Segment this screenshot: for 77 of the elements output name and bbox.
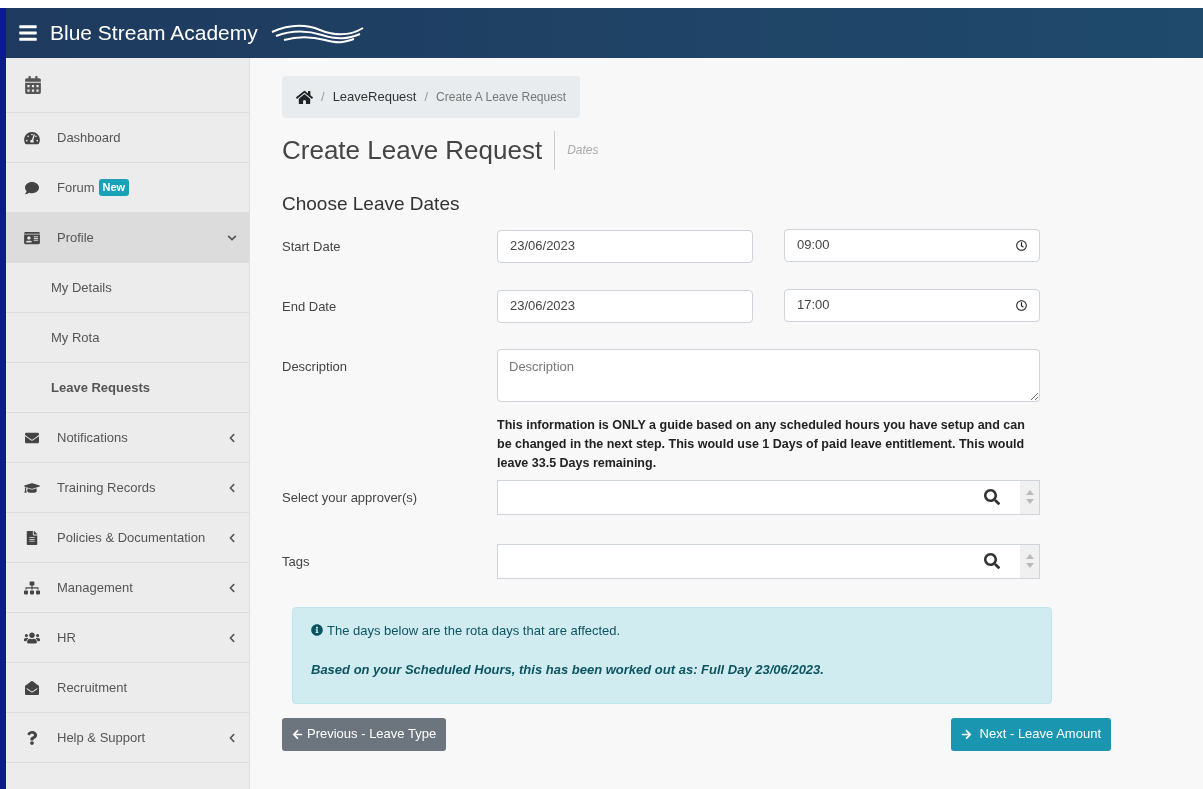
sidebar-label: Help & Support xyxy=(57,728,146,747)
sitemap-icon xyxy=(24,580,40,595)
date-field[interactable]: 23/06/2023 xyxy=(497,289,753,323)
sidebar-subitem[interactable]: My Rota xyxy=(6,313,249,363)
sidebar-label: Forum xyxy=(57,178,95,197)
sidebar-subitem[interactable]: My Details xyxy=(6,263,249,313)
field-label: Select your approver(s) xyxy=(282,488,419,507)
sidebar-label: Policies & Documentation xyxy=(57,528,206,547)
field-label: Tags xyxy=(282,552,311,571)
sidebar-label: HR xyxy=(57,628,76,647)
spinner-icon xyxy=(1020,480,1039,514)
search-select-field[interactable] xyxy=(497,543,1040,579)
page-subtitle: Dates xyxy=(567,142,599,159)
search-icon xyxy=(984,489,1000,505)
sidebar-label: Management xyxy=(57,578,133,597)
sidebar-item[interactable]: Help & Support xyxy=(6,713,249,763)
search-icon xyxy=(984,553,1000,569)
sidebar-item[interactable]: Notifications xyxy=(6,413,249,463)
date-field[interactable]: 23/06/2023 xyxy=(497,229,753,263)
time-field[interactable]: 09:00 xyxy=(784,228,1040,262)
section-heading: Choose Leave Dates xyxy=(282,192,461,216)
alert-text: The days below are the rota days that are affected. xyxy=(327,621,621,640)
chevron-left-icon xyxy=(227,632,237,643)
next-button[interactable]: Next - Leave Amount xyxy=(950,717,1111,751)
chevron-left-icon xyxy=(227,482,237,493)
chevron-left-icon xyxy=(227,532,237,543)
sidebar-item[interactable]: Policies & Documentation xyxy=(6,513,249,563)
dashboard-icon xyxy=(24,130,40,145)
brand-name: Blue Stream Academy xyxy=(50,20,258,47)
clock-icon xyxy=(1016,299,1027,311)
breadcrumb-link[interactable]: LeaveRequest xyxy=(332,87,417,107)
menu-icon[interactable] xyxy=(18,23,38,43)
users-icon xyxy=(24,630,40,645)
arrow-left-icon xyxy=(292,728,303,740)
sidebar-label: Recruitment xyxy=(57,678,128,697)
clock-icon xyxy=(1016,239,1027,251)
sidebar-item[interactable]: Training Records xyxy=(6,463,249,513)
sidebar-item[interactable]: Dashboard xyxy=(6,113,249,163)
field-label: End Date xyxy=(282,297,338,316)
graduation-cap-icon xyxy=(24,480,40,495)
envelope-icon xyxy=(24,430,40,445)
id-card-icon xyxy=(24,230,40,245)
sidebar-label: Profile xyxy=(57,228,94,247)
field-label: Description xyxy=(282,357,349,376)
home-icon[interactable] xyxy=(296,88,313,106)
chevron-left-icon xyxy=(227,582,237,593)
guide-text: This information is ONLY a guide based on any scheduled hours you have setup and can be changed in the next step. This would use 1 Days of paid leave entitlement. This would leave 33.5 Days remaining. xyxy=(497,416,1026,472)
speech-bubble-icon xyxy=(24,180,40,195)
arrow-right-icon xyxy=(960,728,972,740)
page-title: Create Leave Request xyxy=(282,130,556,170)
spinner-icon xyxy=(1020,544,1039,578)
sidebar-label: Notifications xyxy=(57,428,128,447)
sidebar-item[interactable]: HR xyxy=(6,613,249,663)
sidebar-label: Training Records xyxy=(57,478,156,497)
calendar-icon[interactable] xyxy=(24,76,42,94)
chevron-left-icon xyxy=(227,732,237,743)
breadcrumb-current: Create A Leave Request xyxy=(436,89,567,106)
new-badge: New xyxy=(98,179,130,196)
chevron-left-icon xyxy=(227,432,237,443)
previous-button[interactable]: Previous - Leave Type xyxy=(282,717,447,751)
sidebar-label: Dashboard xyxy=(57,128,121,147)
chevron-down-icon xyxy=(227,232,237,243)
wave-logo-icon xyxy=(269,22,365,44)
sidebar-item[interactable]: Management xyxy=(6,563,249,613)
field-label: Start Date xyxy=(282,237,342,256)
search-select-field[interactable] xyxy=(497,479,1040,515)
breadcrumb-separator: / xyxy=(424,88,429,107)
breadcrumb-separator: / xyxy=(321,88,325,107)
sidebar-item[interactable]: Recruitment xyxy=(6,663,249,713)
sidebar-item[interactable]: Profile xyxy=(6,213,249,263)
sidebar-subitem[interactable]: Leave Requests xyxy=(6,363,249,413)
info-icon xyxy=(311,624,323,637)
description-field[interactable]: Description xyxy=(497,348,1040,402)
time-field[interactable]: 17:00 xyxy=(784,288,1040,322)
document-icon xyxy=(24,530,40,545)
open-envelope-icon xyxy=(24,680,40,695)
alert-summary: Based on your Scheduled Hours, this has been worked out as: Full Day 23/06/2023. xyxy=(311,661,825,679)
